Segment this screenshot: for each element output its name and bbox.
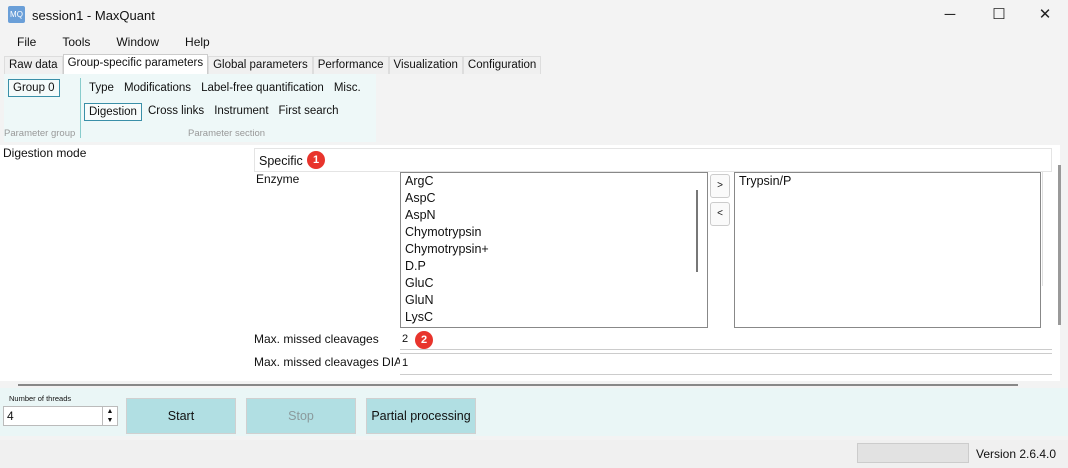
menu-help[interactable]: Help (168, 32, 219, 52)
menu-tools[interactable]: Tools (45, 32, 99, 52)
tab-group-specific-parameters[interactable]: Group-specific parameters (62, 54, 209, 74)
parameter-section-caption: Parameter section (188, 128, 266, 139)
list-item[interactable]: AspN (401, 207, 707, 224)
list-item[interactable]: Trypsin/P (735, 173, 1040, 190)
stop-button[interactable]: Stop (246, 398, 356, 434)
threads-input[interactable]: 4 (3, 406, 118, 426)
maxquant-icon: MQ (8, 6, 25, 23)
digestion-mode-select[interactable]: Specific (254, 148, 1052, 172)
divider (80, 78, 81, 138)
max-missed-cleavages-dia-input[interactable]: 1 (400, 353, 1052, 375)
tab-raw-data[interactable]: Raw data (4, 56, 63, 74)
section-type[interactable]: Type (85, 80, 118, 96)
tab-configuration[interactable]: Configuration (462, 56, 542, 74)
section-digestion[interactable]: Digestion (84, 103, 142, 121)
close-button[interactable]: ✕ (1030, 4, 1060, 26)
threads-label: Number of threads (9, 394, 72, 403)
max-missed-cleavages-label: Max. missed cleavages (254, 332, 379, 346)
tab-global-parameters[interactable]: Global parameters (208, 56, 313, 74)
main-tabs: Raw data Group-specific parameters Globa… (4, 54, 542, 74)
section-cross-links[interactable]: Cross links (144, 103, 208, 121)
section-label-free-quantification[interactable]: Label-free quantification (197, 80, 328, 96)
maximize-button[interactable]: ☐ (984, 4, 1014, 26)
list-scrollbar[interactable] (696, 190, 698, 272)
list-item[interactable]: LysC (401, 309, 707, 326)
list-item[interactable]: GluC (401, 275, 707, 292)
start-button[interactable]: Start (126, 398, 236, 434)
max-missed-cleavages-dia-label: Max. missed cleavages DIA (254, 355, 403, 369)
menu-file[interactable]: File (0, 32, 45, 52)
list-item[interactable]: D.P (401, 258, 707, 275)
list-item[interactable]: ArgC (401, 173, 707, 190)
tab-visualization[interactable]: Visualization (388, 56, 463, 74)
annotation-badge-1: 1 (307, 151, 325, 169)
partial-processing-button[interactable]: Partial processing (366, 398, 476, 434)
version-label: Version 2.6.4.0 (976, 447, 1057, 461)
available-enzymes-list[interactable]: ArgC AspC AspN Chymotrypsin Chymotrypsin… (400, 172, 708, 328)
window-title: session1 - MaxQuant (32, 8, 155, 23)
list-item[interactable]: Chymotrypsin+ (401, 241, 707, 258)
horizontal-scrollbar[interactable] (18, 384, 1018, 386)
section-modifications[interactable]: Modifications (120, 80, 195, 96)
menu-bar: File Tools Window Help (0, 32, 219, 52)
selected-enzymes-list[interactable]: Trypsin/P (734, 172, 1041, 328)
remove-enzyme-button[interactable]: < (710, 202, 730, 226)
enzyme-label: Enzyme (256, 172, 300, 186)
minimize-button[interactable]: ─ (935, 4, 965, 26)
menu-window[interactable]: Window (99, 32, 168, 52)
vertical-scrollbar[interactable] (1058, 165, 1061, 325)
section-misc[interactable]: Misc. (330, 80, 365, 96)
parameter-group-caption: Parameter group (4, 128, 76, 139)
side-buttons (1042, 172, 1052, 286)
group-0-button[interactable]: Group 0 (8, 79, 60, 97)
annotation-badge-2: 2 (415, 331, 433, 349)
section-first-search[interactable]: First search (275, 103, 343, 121)
title-bar (0, 0, 1068, 30)
progress-bar (857, 443, 969, 463)
list-item[interactable]: AspC (401, 190, 707, 207)
section-instrument[interactable]: Instrument (210, 103, 272, 121)
threads-spinner[interactable]: ▲ ▼ (102, 407, 117, 425)
digestion-mode-label: Digestion mode (3, 146, 87, 160)
max-missed-cleavages-input[interactable]: 2 (400, 330, 1052, 350)
add-enzyme-button[interactable]: > (710, 174, 730, 198)
list-item[interactable]: GluN (401, 292, 707, 309)
list-item[interactable]: Chymotrypsin (401, 224, 707, 241)
tab-performance[interactable]: Performance (312, 56, 389, 74)
